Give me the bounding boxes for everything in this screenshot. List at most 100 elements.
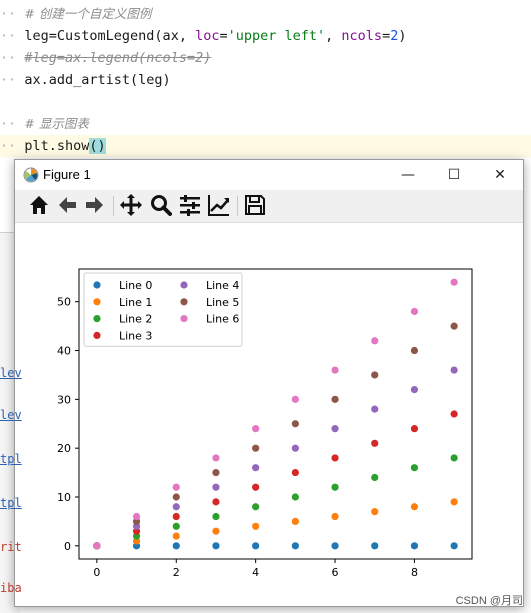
data-point: [212, 468, 220, 477]
pan-icon[interactable]: [119, 193, 143, 217]
data-point: [331, 542, 339, 550]
data-point: [93, 542, 101, 550]
data-point: [291, 542, 299, 550]
indent-guide: ··: [0, 138, 25, 154]
close-button[interactable]: ✕: [477, 160, 523, 190]
code-line[interactable]: ·· leg=CustomLegend(ax, loc='upper left'…: [0, 25, 531, 47]
y-tick-label: 20: [57, 442, 71, 455]
data-point: [450, 498, 458, 506]
code-token: ax.add_artist(leg): [24, 72, 171, 88]
data-point: [450, 366, 458, 374]
back-arrow-icon[interactable]: [55, 193, 79, 217]
legend-marker: [93, 315, 101, 323]
data-point: [371, 473, 379, 482]
data-point: [371, 542, 379, 550]
code-token: ncols: [341, 28, 383, 44]
legend-label: Line 6: [206, 313, 239, 326]
data-point: [410, 503, 419, 511]
code-token: # 创建一个自定义图例: [24, 6, 152, 21]
zoom-icon[interactable]: [149, 193, 173, 217]
edit-axis-icon[interactable]: [207, 193, 231, 217]
side-code-snippet: iba: [0, 581, 22, 595]
side-code-snippet: tpl: [0, 452, 22, 466]
data-point: [331, 454, 339, 462]
code-token: #leg=ax.legend(ncols=2): [24, 50, 212, 66]
window-title: Figure 1: [43, 167, 91, 182]
data-point: [212, 512, 220, 521]
figure-window[interactable]: Figure 1 — ☐ ✕ 0 2 4 6 8 0 10 20 30 40 5…: [14, 159, 524, 607]
data-point: [371, 371, 379, 379]
save-icon[interactable]: [243, 193, 267, 217]
data-point: [410, 542, 419, 550]
forward-arrow-icon[interactable]: [83, 193, 107, 217]
data-point: [172, 532, 180, 540]
toolbar-separator: [237, 196, 238, 216]
scatter-chart[interactable]: 0 2 4 6 8 0 10 20 30 40 50 Line 0 Line 1 Line 2 Line 3…: [15, 223, 523, 605]
x-tick-label: 8: [411, 566, 418, 579]
data-point: [410, 307, 419, 316]
plot-canvas[interactable]: 0 2 4 6 8 0 10 20 30 40 50 Line 0 Line 1 Line 2 Line 3…: [15, 223, 523, 605]
data-point: [291, 444, 299, 452]
data-point: [371, 508, 379, 516]
x-tick-label: 6: [332, 566, 339, 579]
indent-guide: ··: [0, 6, 25, 22]
legend-label: Line 5: [206, 296, 239, 309]
code-line[interactable]: ·· # 创建一个自定义图例: [0, 3, 531, 25]
data-point: [291, 493, 299, 501]
y-tick-label: 30: [57, 393, 71, 406]
indent-guide: ··: [0, 50, 25, 66]
code-token: =: [382, 28, 391, 44]
side-code-snippet: lev: [0, 366, 22, 380]
data-point: [410, 346, 419, 355]
data-point: [291, 517, 299, 526]
data-point: [410, 385, 419, 394]
data-point: [252, 483, 260, 491]
data-point: [331, 483, 339, 491]
indent-guide: ··: [0, 116, 25, 132]
home-icon[interactable]: [27, 193, 51, 217]
data-point: [172, 483, 180, 491]
data-point: [212, 527, 220, 535]
code-line[interactable]: ·· plt.show(): [0, 135, 531, 157]
data-point: [450, 410, 458, 418]
legend-label: Line 1: [119, 296, 152, 309]
data-point: [450, 454, 458, 462]
data-point: [212, 542, 220, 550]
data-point: [172, 522, 180, 530]
side-code-snippet: tpl: [0, 496, 22, 510]
data-point: [410, 464, 419, 472]
data-point: [252, 542, 260, 550]
side-code-snippet: lev: [0, 408, 22, 422]
data-point: [331, 512, 339, 521]
toolbar-separator: [113, 196, 114, 216]
code-line[interactable]: ·· # 显示图表: [0, 113, 531, 135]
title-bar[interactable]: Figure 1 — ☐ ✕: [15, 160, 523, 190]
data-point: [252, 425, 260, 433]
maximize-button[interactable]: ☐: [431, 160, 477, 190]
navigation-toolbar: [15, 190, 523, 223]
code-token: leg=CustomLegend(ax,: [24, 28, 196, 44]
code-token: ,: [325, 28, 342, 44]
legend-label: Line 3: [119, 329, 152, 342]
legend-marker: [93, 331, 101, 339]
watermark-credit: CSDN @月司: [455, 595, 523, 607]
data-point: [291, 468, 299, 477]
data-point: [450, 322, 458, 330]
code-token: # 显示图表: [24, 116, 89, 131]
legend-label: Line 4: [206, 279, 239, 292]
legend-label: Line 2: [119, 313, 152, 326]
data-point: [371, 439, 379, 447]
code-line[interactable]: ·· #leg=ax.legend(ncols=2): [0, 47, 531, 69]
data-point: [450, 542, 458, 550]
data-point: [371, 405, 379, 413]
minimize-button[interactable]: —: [385, 160, 431, 190]
y-tick-label: 0: [64, 540, 71, 553]
y-tick-label: 10: [57, 491, 71, 504]
code-line[interactable]: [0, 91, 531, 113]
data-point: [252, 464, 260, 472]
data-point: [252, 522, 260, 530]
legend-marker: [93, 281, 101, 289]
data-point: [371, 337, 379, 345]
code-line[interactable]: ·· ax.add_artist(leg): [0, 69, 531, 91]
subplots-config-icon[interactable]: [178, 193, 202, 217]
